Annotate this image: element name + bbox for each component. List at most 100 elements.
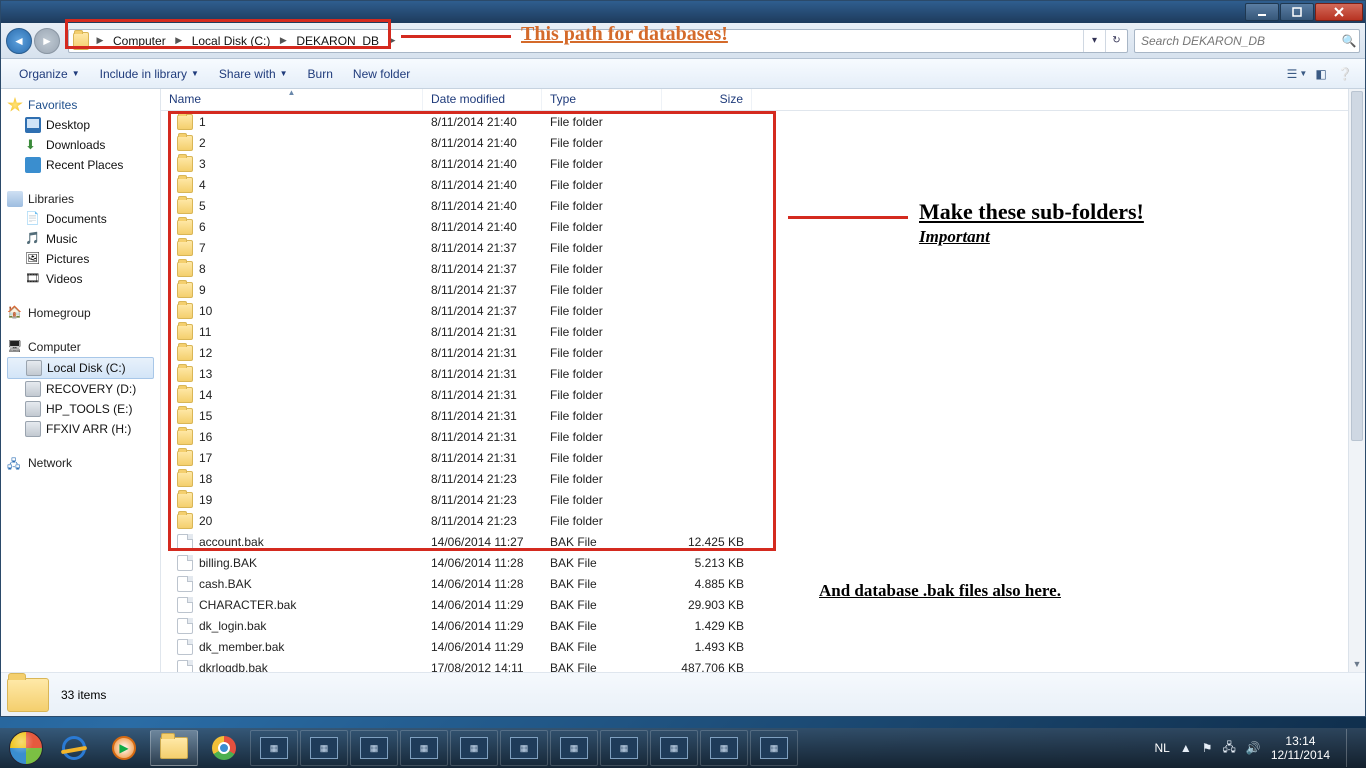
file-row[interactable]: cash.BAK14/06/2014 11:28BAK File4.885 KB: [161, 573, 1365, 594]
scroll-thumb[interactable]: [1351, 91, 1363, 441]
view-options-button[interactable]: ☰▼: [1285, 67, 1309, 81]
sidebar-music[interactable]: Music: [7, 229, 160, 249]
taskbar-app[interactable]: ▦: [550, 730, 598, 766]
sidebar-drive-h[interactable]: FFXIV ARR (H:): [7, 419, 160, 439]
tray-flag-icon[interactable]: ⚑: [1202, 741, 1213, 755]
search-box[interactable]: 🔍: [1134, 29, 1360, 53]
chevron-right-icon[interactable]: ▶: [276, 35, 290, 46]
col-date[interactable]: Date modified: [423, 89, 542, 110]
file-row[interactable]: 128/11/2014 21:31File folder: [161, 342, 1365, 363]
sidebar-drive-d[interactable]: RECOVERY (D:): [7, 379, 160, 399]
file-row[interactable]: 28/11/2014 21:40File folder: [161, 132, 1365, 153]
taskbar-app[interactable]: ▦: [700, 730, 748, 766]
sidebar-desktop[interactable]: Desktop: [7, 115, 160, 135]
forward-button[interactable]: ►: [34, 28, 60, 54]
sidebar-drive-e[interactable]: HP_TOOLS (E:): [7, 399, 160, 419]
file-row[interactable]: 48/11/2014 21:40File folder: [161, 174, 1365, 195]
sidebar-pictures[interactable]: Pictures: [7, 249, 160, 269]
taskbar-app[interactable]: ▦: [450, 730, 498, 766]
vertical-scrollbar[interactable]: ▲ ▼: [1348, 89, 1365, 672]
chevron-right-icon[interactable]: ▶: [385, 35, 399, 46]
taskbar-app[interactable]: ▦: [600, 730, 648, 766]
file-row[interactable]: dk_login.bak14/06/2014 11:29BAK File1.42…: [161, 615, 1365, 636]
col-name[interactable]: ▲Name: [161, 89, 423, 110]
search-input[interactable]: [1135, 34, 1339, 48]
file-row[interactable]: 168/11/2014 21:31File folder: [161, 426, 1365, 447]
file-row[interactable]: 38/11/2014 21:40File folder: [161, 153, 1365, 174]
file-row[interactable]: 148/11/2014 21:31File folder: [161, 384, 1365, 405]
taskbar-app[interactable]: ▦: [650, 730, 698, 766]
chevron-right-icon[interactable]: ▶: [93, 35, 107, 46]
file-row[interactable]: 88/11/2014 21:37File folder: [161, 258, 1365, 279]
file-row[interactable]: 198/11/2014 21:23File folder: [161, 489, 1365, 510]
refresh-button[interactable]: ↻: [1105, 30, 1127, 52]
taskbar-app[interactable]: ▦: [400, 730, 448, 766]
file-row[interactable]: 188/11/2014 21:23File folder: [161, 468, 1365, 489]
network-group[interactable]: Network: [7, 453, 160, 473]
help-button[interactable]: ❔: [1333, 67, 1357, 81]
taskbar-app[interactable]: ▦: [350, 730, 398, 766]
col-size[interactable]: Size: [662, 89, 752, 110]
sidebar-downloads[interactable]: Downloads: [7, 135, 160, 155]
tray-volume-icon[interactable]: 🔊: [1246, 741, 1261, 755]
scroll-down-icon[interactable]: ▼: [1349, 656, 1365, 672]
homegroup-group[interactable]: Homegroup: [7, 303, 160, 323]
sidebar-videos[interactable]: Videos: [7, 269, 160, 289]
crumb-folder[interactable]: DEKARON_DB: [290, 34, 385, 48]
libraries-group[interactable]: Libraries: [7, 189, 160, 209]
sidebar-drive-c[interactable]: Local Disk (C:): [7, 357, 154, 379]
maximize-button[interactable]: [1280, 3, 1314, 21]
taskbar-app[interactable]: ▦: [750, 730, 798, 766]
address-dropdown[interactable]: ▾: [1083, 30, 1105, 52]
file-row[interactable]: dk_member.bak14/06/2014 11:29BAK File1.4…: [161, 636, 1365, 657]
file-row[interactable]: 58/11/2014 21:40File folder: [161, 195, 1365, 216]
organize-menu[interactable]: Organize▼: [9, 67, 90, 81]
taskbar-chrome[interactable]: [200, 730, 248, 766]
close-button[interactable]: [1315, 3, 1363, 21]
start-button[interactable]: [4, 730, 48, 766]
share-with-menu[interactable]: Share with▼: [209, 67, 298, 81]
sidebar-recent-places[interactable]: Recent Places: [7, 155, 160, 175]
show-desktop-button[interactable]: [1346, 729, 1358, 767]
taskbar-app[interactable]: ▦: [250, 730, 298, 766]
file-row[interactable]: CHARACTER.bak14/06/2014 11:29BAK File29.…: [161, 594, 1365, 615]
computer-group[interactable]: Computer: [7, 337, 160, 357]
sidebar-documents[interactable]: Documents: [7, 209, 160, 229]
favorites-group[interactable]: Favorites: [7, 95, 160, 115]
file-row[interactable]: dkrlogdb.bak17/08/2012 14:11BAK File487.…: [161, 657, 1365, 672]
file-row[interactable]: 18/11/2014 21:40File folder: [161, 111, 1365, 132]
file-row[interactable]: 178/11/2014 21:31File folder: [161, 447, 1365, 468]
burn-button[interactable]: Burn: [298, 67, 343, 81]
taskbar-wmp[interactable]: ▶: [100, 730, 148, 766]
file-row[interactable]: 158/11/2014 21:31File folder: [161, 405, 1365, 426]
new-folder-button[interactable]: New folder: [343, 67, 420, 81]
col-type[interactable]: Type: [542, 89, 662, 110]
file-row[interactable]: account.bak14/06/2014 11:27BAK File12.42…: [161, 531, 1365, 552]
file-row[interactable]: 118/11/2014 21:31File folder: [161, 321, 1365, 342]
taskbar-ie[interactable]: [50, 730, 98, 766]
crumb-drive[interactable]: Local Disk (C:): [186, 34, 277, 48]
breadcrumb[interactable]: ▶ Computer ▶ Local Disk (C:) ▶ DEKARON_D…: [93, 30, 399, 52]
file-row[interactable]: 78/11/2014 21:37File folder: [161, 237, 1365, 258]
tray-clock[interactable]: 13:14 12/11/2014: [1271, 734, 1330, 762]
file-row[interactable]: 98/11/2014 21:37File folder: [161, 279, 1365, 300]
tray-show-hidden-icon[interactable]: ▲: [1180, 741, 1192, 755]
file-row[interactable]: 68/11/2014 21:40File folder: [161, 216, 1365, 237]
include-in-library-menu[interactable]: Include in library▼: [90, 67, 209, 81]
minimize-button[interactable]: [1245, 3, 1279, 21]
file-row[interactable]: 208/11/2014 21:23File folder: [161, 510, 1365, 531]
preview-pane-button[interactable]: ◧: [1309, 67, 1333, 81]
taskbar-app[interactable]: ▦: [300, 730, 348, 766]
tray-network-icon[interactable]: 🖧: [1222, 738, 1235, 759]
file-row[interactable]: billing.BAK14/06/2014 11:28BAK File5.213…: [161, 552, 1365, 573]
crumb-computer[interactable]: Computer: [107, 34, 172, 48]
taskbar-app[interactable]: ▦: [500, 730, 548, 766]
window-titlebar[interactable]: [1, 1, 1365, 23]
file-row[interactable]: 108/11/2014 21:37File folder: [161, 300, 1365, 321]
file-row[interactable]: 138/11/2014 21:31File folder: [161, 363, 1365, 384]
taskbar-explorer[interactable]: [150, 730, 198, 766]
chevron-right-icon[interactable]: ▶: [172, 35, 186, 46]
tray-language[interactable]: NL: [1154, 741, 1169, 755]
back-button[interactable]: ◄: [6, 28, 32, 54]
search-icon[interactable]: 🔍: [1339, 34, 1359, 48]
